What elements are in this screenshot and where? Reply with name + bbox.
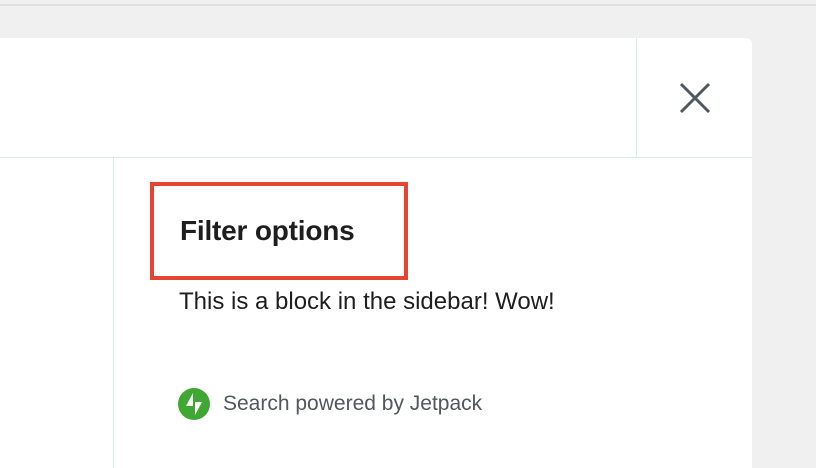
results-column	[0, 158, 114, 468]
jetpack-icon	[178, 388, 210, 420]
highlight-annotation: Filter options	[150, 182, 408, 280]
close-button[interactable]	[637, 38, 752, 157]
sidebar-block-text: This is a block in the sidebar! Wow!	[179, 288, 555, 315]
close-icon	[679, 82, 710, 113]
search-sidebar: Filter options This is a block in the si…	[114, 158, 752, 468]
powered-by-label: Search powered by Jetpack	[223, 392, 483, 415]
modal-header	[0, 38, 752, 158]
jetpack-powered-link[interactable]: Search powered by Jetpack	[178, 388, 482, 420]
filter-options-title: Filter options	[180, 215, 355, 246]
top-border	[0, 0, 816, 6]
search-overlay-modal: Filter options This is a block in the si…	[0, 38, 752, 468]
